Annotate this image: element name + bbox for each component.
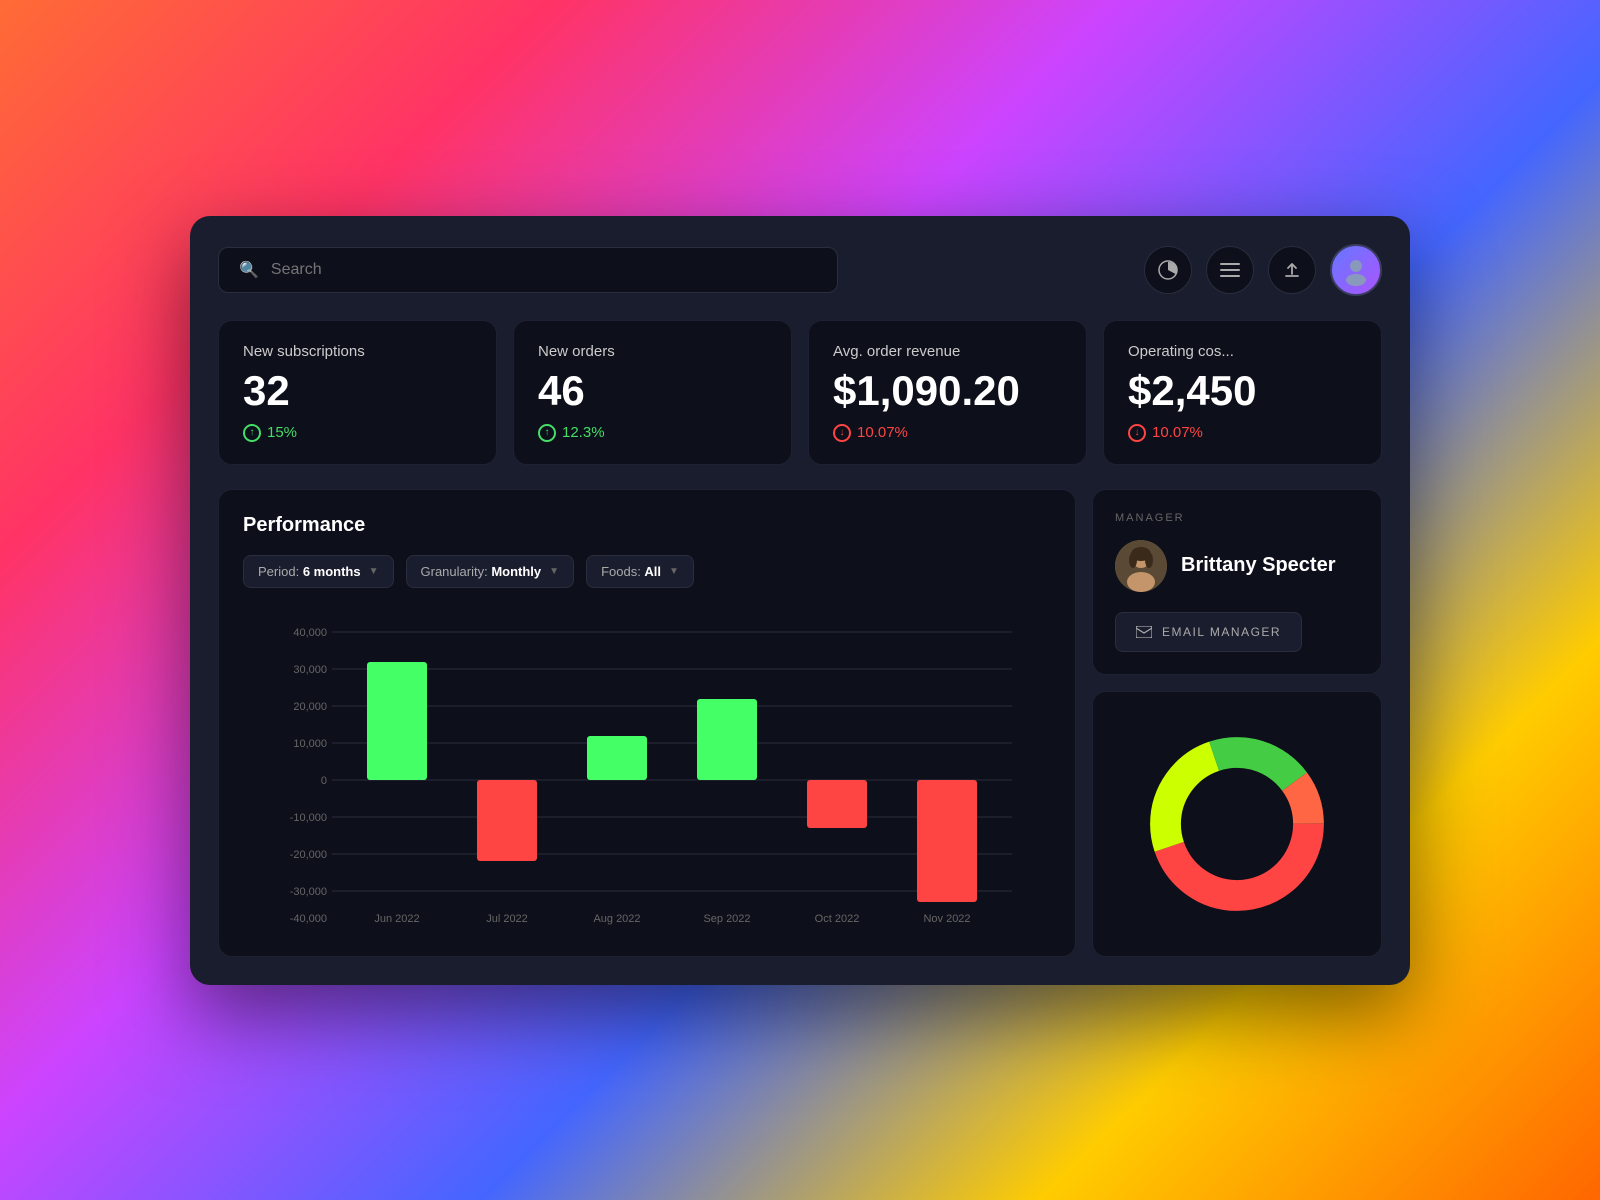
- chevron-down-icon: ▼: [669, 566, 679, 577]
- dashboard: 🔍: [190, 216, 1410, 985]
- bar-nov-2022: [917, 780, 977, 902]
- manager-section-label: MANAGER: [1115, 512, 1359, 524]
- metrics-row: New subscriptions 32 ↑ 15% New orders 46…: [218, 320, 1382, 465]
- metric-subscriptions-change: ↑ 15%: [243, 424, 472, 442]
- down-arrow-icon: ↓: [833, 424, 851, 442]
- up-arrow-icon: ↑: [538, 424, 556, 442]
- svg-text:-40,000: -40,000: [290, 913, 327, 925]
- svg-text:-30,000: -30,000: [290, 886, 327, 898]
- metric-subscriptions-label: New subscriptions: [243, 343, 472, 360]
- search-input[interactable]: [271, 261, 817, 279]
- header: 🔍: [218, 244, 1382, 296]
- metric-revenue-change: ↓ 10.07%: [833, 424, 1062, 442]
- chevron-down-icon: ▼: [549, 566, 559, 577]
- performance-title: Performance: [243, 514, 1051, 537]
- metric-orders-change: ↑ 12.3%: [538, 424, 767, 442]
- metric-subscriptions-value: 32: [243, 370, 472, 412]
- manager-card: MANAGER Brittan: [1092, 489, 1382, 675]
- user-avatar[interactable]: [1330, 244, 1382, 296]
- metric-cost-change: ↓ 10.07%: [1128, 424, 1357, 442]
- chart-icon-button[interactable]: [1144, 246, 1192, 294]
- menu-icon-button[interactable]: [1206, 246, 1254, 294]
- svg-text:40,000: 40,000: [293, 627, 327, 639]
- granularity-filter[interactable]: Granularity: Monthly ▼: [406, 555, 575, 588]
- bottom-row: Performance Period: 6 months ▼ Granulari…: [218, 489, 1382, 957]
- svg-text:Jul 2022: Jul 2022: [486, 913, 528, 925]
- manager-name: Brittany Specter: [1181, 554, 1336, 577]
- donut-center: [1182, 769, 1292, 879]
- metric-orders-label: New orders: [538, 343, 767, 360]
- up-arrow-icon: ↑: [243, 424, 261, 442]
- bar-aug-2022: [587, 736, 647, 780]
- filters: Period: 6 months ▼ Granularity: Monthly …: [243, 555, 1051, 588]
- svg-text:Sep 2022: Sep 2022: [703, 913, 750, 925]
- donut-chart: [1127, 714, 1347, 934]
- svg-text:20,000: 20,000: [293, 701, 327, 713]
- email-manager-label: EMAIL MANAGER: [1162, 625, 1281, 639]
- bar-chart: 40,000 30,000 20,000 10,000 0 -10,000 -2…: [243, 612, 1051, 932]
- svg-text:-10,000: -10,000: [290, 812, 327, 824]
- metric-revenue-value: $1,090.20: [833, 370, 1062, 412]
- metric-operating-cost: Operating cos... $2,450 ↓ 10.07%: [1103, 320, 1382, 465]
- down-arrow-icon: ↓: [1128, 424, 1146, 442]
- svg-text:30,000: 30,000: [293, 664, 327, 676]
- search-bar[interactable]: 🔍: [218, 247, 838, 293]
- metric-orders-value: 46: [538, 370, 767, 412]
- period-filter[interactable]: Period: 6 months ▼: [243, 555, 394, 588]
- donut-card: [1092, 691, 1382, 957]
- metric-new-subscriptions: New subscriptions 32 ↑ 15%: [218, 320, 497, 465]
- chevron-down-icon: ▼: [369, 566, 379, 577]
- performance-card: Performance Period: 6 months ▼ Granulari…: [218, 489, 1076, 957]
- metric-new-orders: New orders 46 ↑ 12.3%: [513, 320, 792, 465]
- right-sidebar: MANAGER Brittan: [1092, 489, 1382, 957]
- header-actions: [1144, 244, 1382, 296]
- metric-cost-value: $2,450: [1128, 370, 1357, 412]
- svg-text:-20,000: -20,000: [290, 849, 327, 861]
- svg-text:10,000: 10,000: [293, 738, 327, 750]
- manager-avatar: [1115, 540, 1167, 592]
- svg-text:Aug 2022: Aug 2022: [593, 913, 640, 925]
- bar-oct-2022: [807, 780, 867, 828]
- metric-revenue-label: Avg. order revenue: [833, 343, 1062, 360]
- email-manager-button[interactable]: EMAIL MANAGER: [1115, 612, 1302, 652]
- search-icon: 🔍: [239, 260, 259, 280]
- foods-filter[interactable]: Foods: All ▼: [586, 555, 694, 588]
- bar-jun-2022: [367, 662, 427, 780]
- bar-sep-2022: [697, 699, 757, 780]
- upload-icon-button[interactable]: [1268, 246, 1316, 294]
- svg-text:Jun 2022: Jun 2022: [374, 913, 419, 925]
- svg-text:Nov 2022: Nov 2022: [923, 913, 970, 925]
- bar-jul-2022: [477, 780, 537, 861]
- svg-text:Oct 2022: Oct 2022: [815, 913, 860, 925]
- metric-cost-label: Operating cos...: [1128, 343, 1357, 360]
- svg-text:0: 0: [321, 775, 327, 787]
- manager-info: Brittany Specter: [1115, 540, 1359, 592]
- email-icon: [1136, 626, 1152, 638]
- metric-avg-revenue: Avg. order revenue $1,090.20 ↓ 10.07%: [808, 320, 1087, 465]
- chart-svg: 40,000 30,000 20,000 10,000 0 -10,000 -2…: [243, 612, 1051, 932]
